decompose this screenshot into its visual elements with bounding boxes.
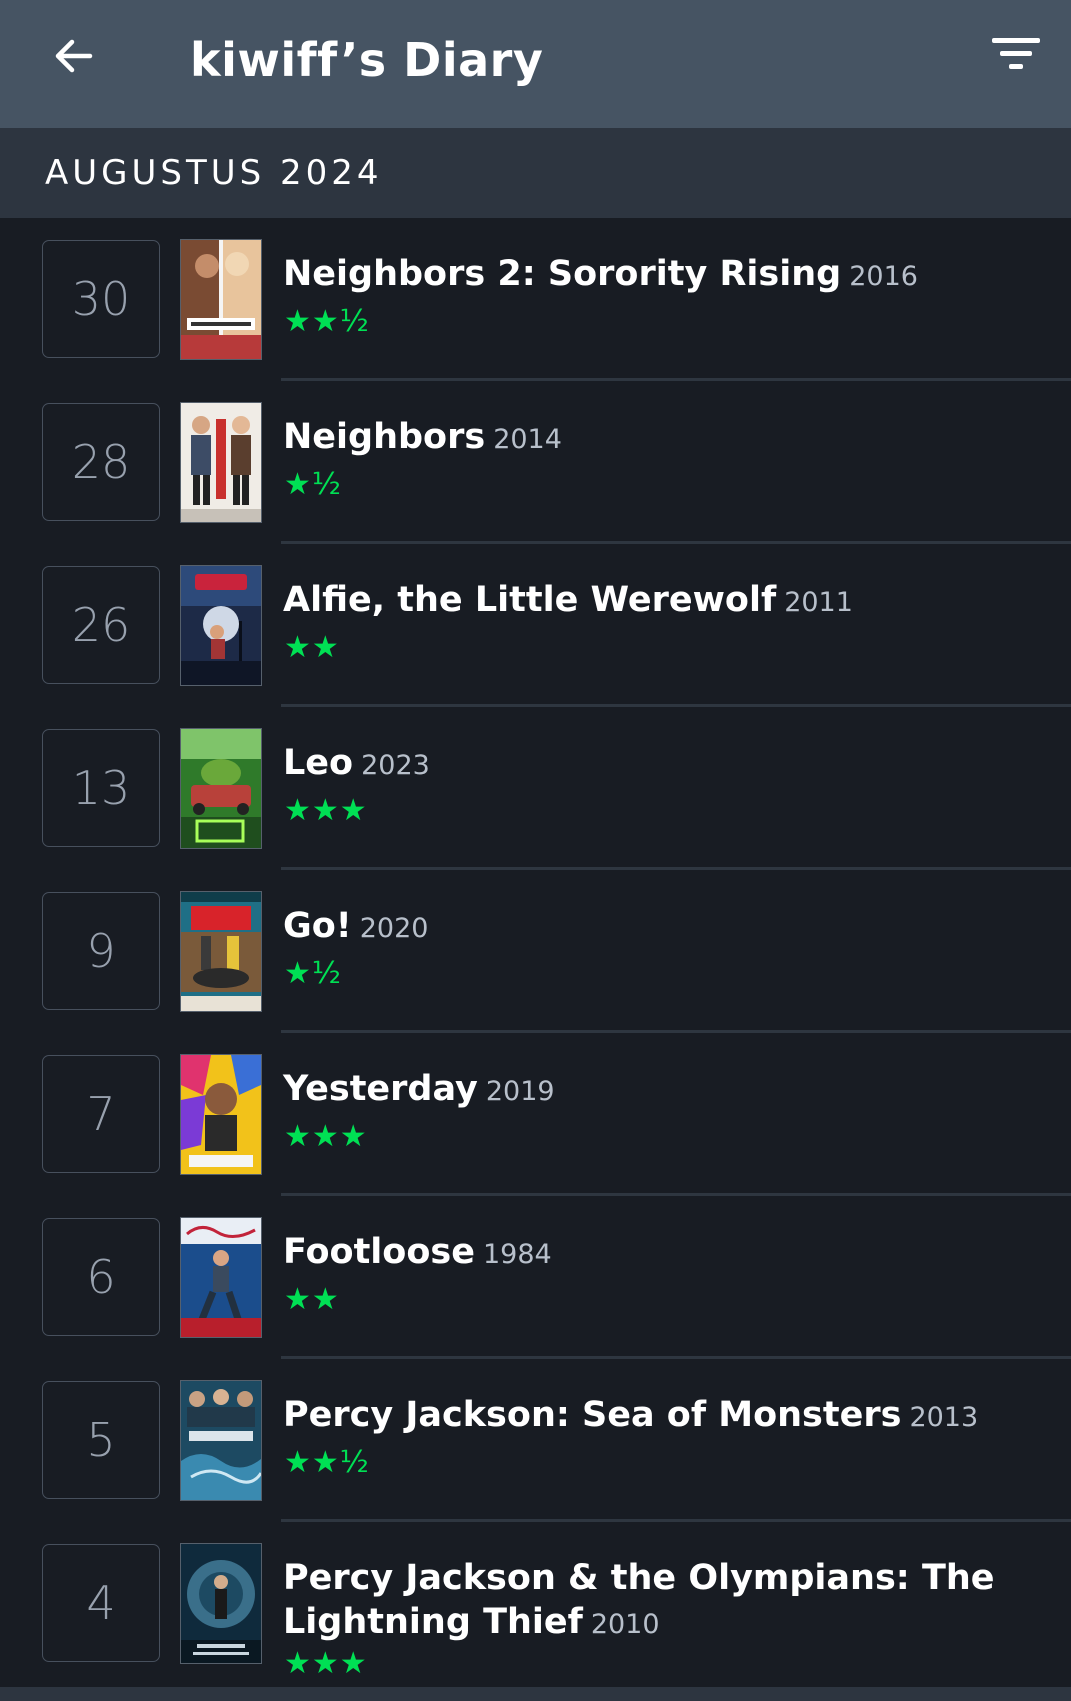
star-rating: ★½: [284, 956, 342, 991]
diary-entry[interactable]: 4 Percy Jackson & the Olympians: The Lig…: [0, 1522, 1071, 1692]
poster[interactable]: [180, 1054, 262, 1175]
film-name: Go!: [283, 906, 352, 946]
film-year: 2016: [849, 261, 918, 292]
star-rating: ★½: [284, 467, 342, 502]
poster[interactable]: [180, 891, 262, 1012]
day-box: 13: [42, 729, 160, 847]
film-name: Percy Jackson: Sea of Monsters: [283, 1395, 902, 1435]
poster[interactable]: [180, 1380, 262, 1501]
day-box: 5: [42, 1381, 160, 1499]
film-year: 2019: [485, 1076, 555, 1107]
film-title[interactable]: Percy Jackson: Sea of Monsters 2013: [283, 1393, 1043, 1440]
day-box: 9: [42, 892, 160, 1010]
poster[interactable]: [180, 239, 262, 360]
star-rating: ★★½: [284, 304, 370, 339]
diary-entry[interactable]: 9 Go! 2020 ★½: [0, 870, 1071, 1033]
film-title[interactable]: Neighbors 2: Sorority Rising 2016: [283, 252, 1043, 299]
poster[interactable]: [180, 402, 262, 523]
diary-entry[interactable]: 26 Alfie, the Little Werewolf 2011 ★★: [0, 544, 1071, 707]
star-rating: ★★: [284, 1282, 340, 1317]
month-label: AUGUSTUS 2024: [45, 153, 383, 193]
film-name: Neighbors 2: Sorority Rising: [283, 254, 842, 294]
film-title[interactable]: Percy Jackson & the Olympians: The Light…: [283, 1556, 1043, 1647]
filter-icon: [992, 38, 1040, 69]
diary-entry[interactable]: 5 Percy Jackson: Sea of Monsters 2013 ★★½: [0, 1359, 1071, 1522]
arrow-left-icon: [55, 39, 93, 73]
back-button[interactable]: [44, 26, 104, 86]
film-name: Alfie, the Little Werewolf: [283, 580, 777, 620]
film-title[interactable]: Leo 2023: [283, 741, 1043, 788]
day-box: 6: [42, 1218, 160, 1336]
diary-entry[interactable]: 28 Neighbors 2014 ★½: [0, 381, 1071, 544]
page-title: kiwiff’s Diary: [190, 33, 544, 87]
month-section-header: AUGUSTUS 2024: [0, 128, 1071, 218]
day-box: 7: [42, 1055, 160, 1173]
film-year: 2010: [590, 1609, 660, 1640]
day-box: 26: [42, 566, 160, 684]
star-rating: ★★: [284, 630, 340, 665]
poster[interactable]: [180, 728, 262, 849]
film-year: 1984: [482, 1239, 552, 1270]
film-title[interactable]: Neighbors 2014: [283, 415, 1043, 462]
star-rating: ★★½: [284, 1445, 370, 1480]
film-year: 2011: [784, 587, 853, 618]
film-name: Yesterday: [283, 1069, 478, 1109]
film-title[interactable]: Alfie, the Little Werewolf 2011: [283, 578, 1043, 625]
app-bar: kiwiff’s Diary: [0, 0, 1071, 128]
film-title[interactable]: Footloose 1984: [283, 1230, 1043, 1277]
diary-entry[interactable]: 30 Neighbors 2: Sorority Rising 2016 ★★½: [0, 218, 1071, 381]
poster[interactable]: [180, 1217, 262, 1338]
star-rating: ★★★: [284, 793, 368, 828]
film-year: 2023: [361, 750, 430, 781]
filter-button[interactable]: [986, 30, 1046, 80]
poster[interactable]: [180, 1543, 262, 1664]
next-section-header: [0, 1687, 1071, 1701]
star-rating: ★★★: [284, 1119, 368, 1154]
day-box: 4: [42, 1544, 160, 1662]
diary-entry[interactable]: 13 Leo 2023 ★★★: [0, 707, 1071, 870]
diary-entry[interactable]: 6 Footloose 1984 ★★: [0, 1196, 1071, 1359]
film-year: 2013: [909, 1402, 979, 1433]
film-title[interactable]: Go! 2020: [283, 904, 1043, 951]
diary-entry[interactable]: 7 Yesterday 2019 ★★★: [0, 1033, 1071, 1196]
poster[interactable]: [180, 565, 262, 686]
day-box: 30: [42, 240, 160, 358]
star-rating: ★★★: [284, 1646, 368, 1681]
film-name: Leo: [283, 743, 354, 783]
day-box: 28: [42, 403, 160, 521]
film-year: 2020: [359, 913, 429, 944]
diary-list: 30 Neighbors 2: Sorority Rising 2016 ★★½ …: [0, 218, 1071, 1692]
film-title[interactable]: Yesterday 2019: [283, 1067, 1043, 1114]
film-year: 2014: [493, 424, 562, 455]
film-name: Footloose: [283, 1232, 475, 1272]
film-name: Neighbors: [283, 417, 486, 457]
